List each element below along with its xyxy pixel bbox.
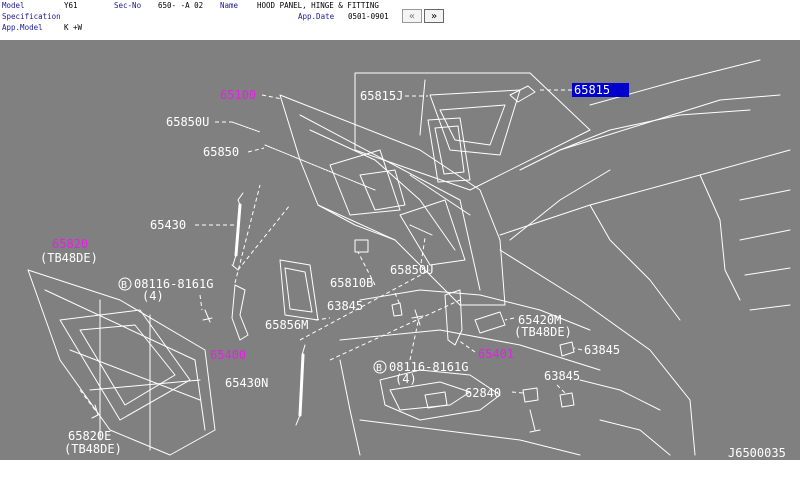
part-65815-link[interactable]: 65815: [574, 83, 610, 97]
part-65856M-label: 65856M: [265, 318, 308, 332]
part-65820-note: (TB48DE): [40, 251, 98, 265]
diagram-svg: 65100 65815J 65815 65850U 65850 65430 65…: [27, 59, 791, 460]
bolt-marker-letter: B: [121, 280, 127, 291]
part-65820E-label: 65820E: [68, 429, 111, 443]
insulator-outline: [27, 269, 216, 456]
part-65100-link[interactable]: 65100: [220, 88, 256, 102]
part-08116-b-qty: (4): [395, 372, 417, 386]
specification-label: Specification: [2, 12, 61, 21]
footer-area: [0, 460, 800, 502]
model-label: Model: [2, 1, 25, 10]
part-65420M-note: (TB48DE): [514, 325, 572, 339]
part-65815J-label: 65815J: [360, 89, 403, 103]
part-65820E-note: (TB48DE): [64, 442, 122, 456]
bolt-marker-letter-2: B: [376, 363, 382, 374]
appdate-label: App.Date: [298, 12, 335, 21]
part-65810B-label: 65810B: [330, 276, 373, 290]
drawing-id: J6500035: [728, 446, 786, 460]
secno-label: Sec-No: [114, 1, 142, 10]
appdate-value: 0501-0901: [348, 12, 389, 21]
appmodel-label: App.Model: [2, 23, 43, 32]
parts-diagram: 65100 65815J 65815 65850U 65850 65430 65…: [0, 40, 800, 460]
part-65400-link[interactable]: 65400: [210, 348, 246, 362]
info-header: Model Y61 Sec-No 650- -A 02 Name HOOD PA…: [0, 0, 800, 40]
part-65850-label: 65850: [203, 145, 239, 159]
part-65430N-label: 65430N: [225, 376, 268, 390]
part-62840-label: 62840: [465, 386, 501, 400]
appmodel-value: K +W: [64, 23, 83, 32]
part-08116-a-qty: (4): [142, 289, 164, 303]
model-value: Y61: [64, 1, 78, 10]
name-label: Name: [220, 1, 239, 10]
name-value: HOOD PANEL, HINGE & FITTING: [257, 1, 379, 10]
part-63845-b-label: 63845: [584, 343, 620, 357]
part-65401-link[interactable]: 65401: [478, 347, 514, 361]
prev-page-button[interactable]: «: [402, 9, 422, 23]
part-63845-c-label: 63845: [544, 369, 580, 383]
part-63845-a-label: 63845: [327, 299, 363, 313]
part-65850U-top-label: 65850U: [166, 115, 209, 129]
secno-value: 650- -A 02: [158, 1, 204, 10]
part-65430-label: 65430: [150, 218, 186, 232]
next-page-button[interactable]: »: [424, 9, 444, 23]
part-65850U-mid-label: 65850U: [390, 263, 433, 277]
part-65820-link[interactable]: 65820: [52, 237, 88, 251]
